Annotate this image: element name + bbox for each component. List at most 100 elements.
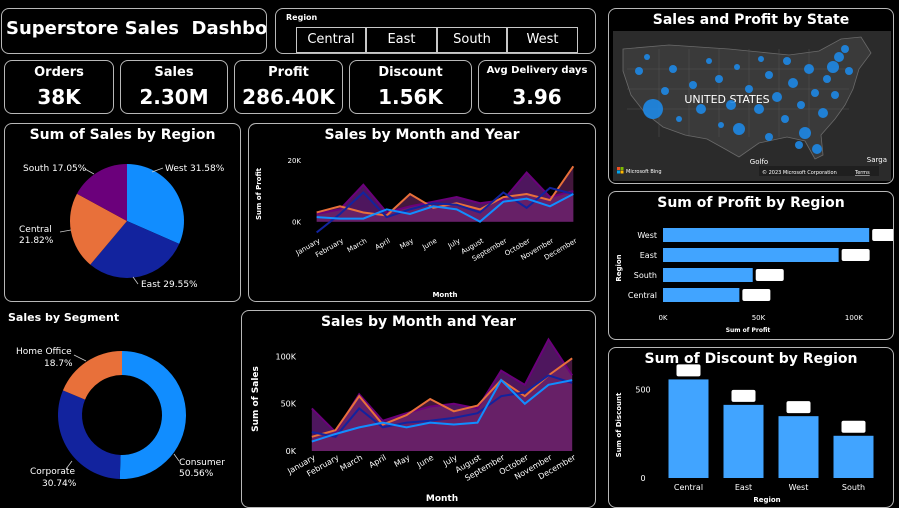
state-bubble[interactable] [827,61,839,73]
y-tick-label: 0K [292,219,301,227]
state-bubble[interactable] [758,56,764,62]
slicer-option-central[interactable]: Central [296,27,366,53]
pie-label-west: West 31.58% [165,164,225,174]
state-bubble[interactable] [795,141,803,149]
state-bubble[interactable] [823,75,831,83]
x-tick-label: May [393,453,412,469]
microsoft-logo-icon [617,170,620,174]
state-bubble[interactable] [643,99,663,119]
slicer-option-east[interactable]: East [366,27,437,53]
state-bubble[interactable] [715,75,723,83]
state-bubble[interactable] [644,54,650,60]
donut-segment-card: Sales by Segment Consumer 50.56% Corporate… [4,309,234,508]
state-bubble[interactable] [754,104,764,114]
bar-chart[interactable]: West 108K East 92K South 47K Central 40K 0K 50K 10… [609,192,894,340]
map-copyright: © 2023 Microsoft Corporation [762,169,837,176]
y-tick-label: East [640,251,657,260]
column-chart[interactable]: 500 0 558 Central 414 East 350 West 239 South Regi… [609,348,894,508]
y-axis-title: Sum of Profit [255,167,263,220]
kpi-avg-delivery: Avg Delivery days 3.96 [478,60,596,114]
us-map[interactable]: UNITED STATESGolfo SargaMicrosoft Bing © 2… [609,9,894,184]
state-bubble[interactable] [726,100,736,110]
state-bubble[interactable] [745,85,753,93]
state-bubble[interactable] [733,123,745,135]
state-bubble[interactable] [676,116,682,122]
kpi-label: Orders [34,65,84,80]
state-bubble[interactable] [765,133,773,141]
kpi-label: Avg Delivery days [486,65,588,76]
profit-bar-central[interactable] [663,288,740,302]
state-bubble[interactable] [781,115,789,123]
state-bubble[interactable] [718,122,724,128]
discount-bar-south[interactable] [833,435,874,478]
pie-chart[interactable]: West 31.58% East 29.55% Central21.82% South… [5,124,241,302]
x-tick-label: June [415,453,436,470]
state-bubble[interactable] [799,127,811,139]
map-bing-label: Microsoft Bing [626,169,662,175]
pie-label-central: Central [19,225,52,235]
region-slicer: Region Central East South West [275,8,596,54]
leader-line [132,276,139,285]
donut-slice-consumer[interactable] [119,351,186,479]
state-bubble[interactable] [734,64,740,70]
area-chart[interactable]: 100K50K0KJanuaryFebruaryMarch April May Jun… [242,311,596,508]
discount-bar-central[interactable] [668,379,709,478]
donut-label-consumer-value: 50.56% [179,469,214,479]
line-chart[interactable]: 20K0KJanuaryFebruary March April May June Jul… [249,124,596,302]
state-bubble[interactable] [811,89,819,97]
profit-bar-west[interactable] [663,228,870,242]
kpi-label: Discount [378,65,443,80]
donut-slice-corporate[interactable] [57,390,121,479]
data-label: 47K [762,271,778,280]
y-tick-label: 50K [281,400,297,409]
profit-bar-east[interactable] [663,248,839,262]
x-tick-label: March [339,453,365,473]
y-axis-title: Sum of Discount [615,392,623,457]
slicer-option-west[interactable]: West [507,27,578,53]
slicer-option-south[interactable]: South [437,27,507,53]
state-bubble[interactable] [706,58,712,64]
data-label: 108K [876,231,894,240]
data-label: 40K [749,291,765,300]
state-bubble[interactable] [689,81,697,89]
state-bubble[interactable] [696,104,706,114]
map-terms-link[interactable]: Terms [854,170,870,176]
state-bubble[interactable] [804,64,814,74]
state-bubble[interactable] [783,57,791,65]
state-bubble[interactable] [788,78,798,88]
x-tick-label: March [346,237,368,255]
profit-bar-south[interactable] [663,268,753,282]
leader-line [151,167,164,173]
x-axis-title: Sum of Profit [726,327,771,334]
kpi-sales: Sales 2.30M [120,60,228,114]
x-tick-label: June [420,237,438,252]
state-bubble[interactable] [635,67,643,75]
pie-label-east: East 29.55% [141,280,198,290]
x-tick-label: South [842,483,865,492]
state-bubble[interactable] [831,91,839,99]
state-bubble[interactable] [841,45,849,53]
x-axis-title: Month [432,291,457,299]
discount-bar-east[interactable] [723,404,764,478]
x-tick-label: 0K [658,314,667,322]
state-bubble[interactable] [834,52,844,62]
donut-chart[interactable]: Consumer50.56% Corporate 30.74% Home Office… [4,309,234,508]
state-bubble[interactable] [818,108,828,118]
state-bubble[interactable] [845,67,853,75]
data-label: 414 [736,392,751,401]
kpi-value: 1.56K [378,85,443,109]
donut-label-corporate: Corporate [30,467,75,477]
state-bubble[interactable] [661,87,669,95]
kpi-label: Profit [268,65,309,80]
kpi-profit: Profit 286.40K [234,60,343,114]
data-label: 558 [681,366,696,375]
state-bubble[interactable] [772,92,782,102]
col-discount-card: Sum of Discount by Region 500 0 558 Central… [608,347,894,508]
state-bubble[interactable] [797,101,805,109]
state-bubble[interactable] [669,65,677,73]
discount-bar-west[interactable] [778,416,819,478]
state-bubble[interactable] [765,71,773,79]
bar-profit-card: Sum of Profit by Region West 108K East 92K S… [608,191,894,340]
x-tick-label: May [398,237,415,251]
state-bubble[interactable] [812,144,822,154]
